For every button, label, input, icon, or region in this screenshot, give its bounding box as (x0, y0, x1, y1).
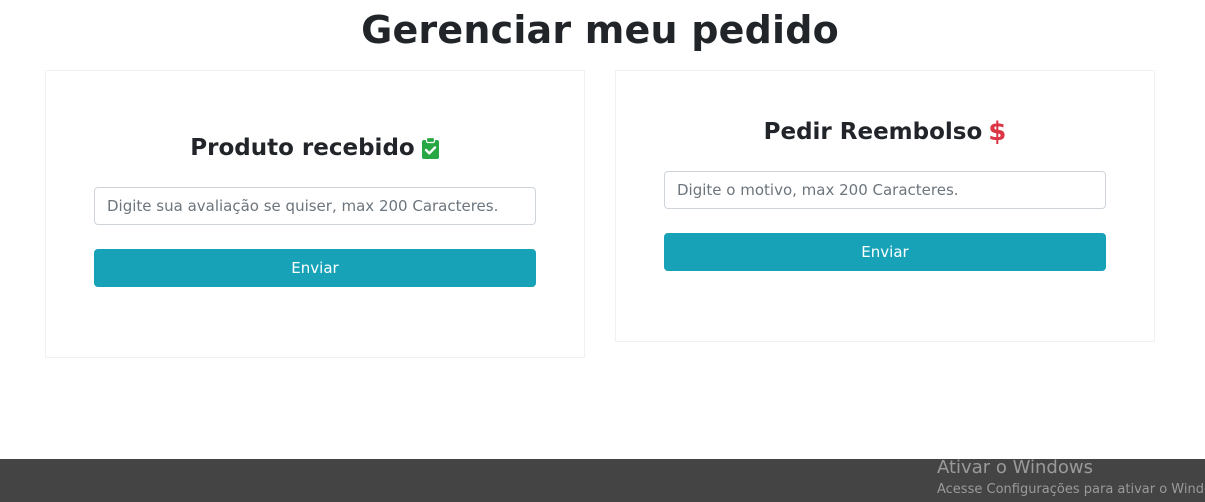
clipboard-check-icon (421, 136, 440, 160)
product-received-card: Produto recebido Enviar (45, 70, 585, 358)
refund-request-card: Pedir Reembolso $ Enviar (615, 70, 1155, 342)
product-received-heading: Produto recebido (46, 135, 584, 161)
refund-request-title: Pedir Reembolso (763, 119, 983, 145)
windows-activation-subtitle: Acesse Configurações para ativar o Windo… (937, 482, 1205, 497)
refund-request-heading: Pedir Reembolso $ (616, 119, 1154, 145)
dollar-sign-icon: $ (988, 117, 1007, 147)
windows-activation-title: Ativar o Windows (937, 457, 1093, 478)
page-title: Gerenciar meu pedido (361, 8, 839, 52)
product-received-title: Produto recebido (190, 135, 415, 161)
submit-refund-button[interactable]: Enviar (664, 233, 1106, 271)
submit-review-button[interactable]: Enviar (94, 249, 536, 287)
refund-reason-input[interactable] (664, 171, 1106, 209)
review-input[interactable] (94, 187, 536, 225)
